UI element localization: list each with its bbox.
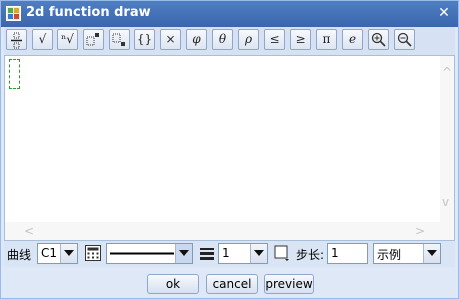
input-placeholder-box[interactable] [9, 59, 20, 89]
vertical-scrollbar[interactable]: ^ v [440, 56, 454, 222]
function-draw-dialog: 2d function draw ✕ √ ⁿ√ {} × φ θ ρ ≤ ≥ π… [0, 0, 459, 299]
less-equal-icon: ≤ [269, 32, 280, 46]
zoom-in-button[interactable] [368, 29, 389, 50]
options-bar: 曲线 C1 1 步长: 1 示例 [4, 241, 455, 267]
line-width-select[interactable]: 1 [218, 243, 268, 264]
subscript-button[interactable] [109, 29, 130, 50]
scroll-left-icon[interactable]: < [24, 225, 34, 237]
greater-equal-icon: ≥ [295, 32, 306, 46]
braces-button[interactable]: {} [134, 29, 155, 50]
color-picker-icon[interactable] [273, 244, 291, 262]
formula-editor[interactable]: ^ v < > [4, 55, 455, 241]
rho-icon: ρ [244, 32, 253, 46]
preview-button[interactable]: preview [264, 274, 314, 294]
pi-icon: π [322, 32, 331, 46]
theta-button[interactable]: θ [212, 29, 233, 50]
line-width-icon [200, 248, 214, 260]
nth-root-button[interactable]: ⁿ√ [57, 29, 78, 50]
step-input[interactable]: 1 [327, 243, 368, 264]
greater-equal-button[interactable]: ≥ [290, 29, 311, 50]
close-icon[interactable]: ✕ [436, 5, 452, 21]
subscript-icon [112, 33, 125, 46]
title-bar[interactable]: 2d function draw ✕ [1, 1, 458, 27]
calculator-icon[interactable] [84, 244, 102, 262]
line-style-select[interactable] [106, 243, 193, 264]
chevron-down-icon[interactable] [250, 244, 267, 263]
e-button[interactable]: e [342, 29, 363, 50]
zoom-out-icon [397, 32, 412, 47]
zoom-out-button[interactable] [394, 29, 415, 50]
scroll-down-icon[interactable]: v [442, 196, 449, 208]
braces-icon: {} [136, 32, 153, 46]
times-icon: × [165, 32, 176, 46]
times-button[interactable]: × [160, 29, 181, 50]
phi-button[interactable]: φ [186, 29, 207, 50]
app-icon [6, 6, 21, 21]
curve-label: 曲线 [7, 248, 32, 262]
step-label: 步长: [296, 248, 325, 262]
line-style-preview [110, 252, 174, 255]
superscript-button[interactable] [83, 29, 104, 50]
theta-icon: θ [218, 32, 227, 46]
horizontal-scrollbar[interactable]: < > [5, 222, 454, 240]
superscript-icon [86, 33, 99, 46]
chevron-down-icon[interactable] [175, 244, 192, 263]
sqrt-button[interactable]: √ [32, 29, 53, 50]
fraction-button[interactable] [6, 29, 27, 50]
scroll-up-icon[interactable]: ^ [442, 66, 452, 78]
e-icon: e [348, 32, 357, 46]
curve-select[interactable]: C1 [37, 243, 78, 264]
rho-button[interactable]: ρ [238, 29, 259, 50]
chevron-down-icon[interactable] [423, 244, 440, 263]
phi-icon: φ [192, 32, 201, 46]
sqrt-icon: √ [38, 32, 47, 46]
line-width-value: 1 [222, 246, 230, 260]
fraction-icon [11, 32, 22, 49]
ok-button[interactable]: ok [147, 274, 199, 294]
cancel-button[interactable]: cancel [206, 274, 258, 294]
dialog-buttons: ok cancel preview [4, 267, 455, 297]
example-value: 示例 [377, 248, 402, 262]
chevron-down-icon[interactable] [60, 244, 77, 263]
window-title: 2d function draw [26, 5, 151, 20]
example-select[interactable]: 示例 [373, 243, 441, 264]
less-equal-button[interactable]: ≤ [264, 29, 285, 50]
curve-value: C1 [41, 246, 58, 260]
nth-root-icon: ⁿ√ [61, 32, 74, 46]
symbol-toolbar: √ ⁿ√ {} × φ θ ρ ≤ ≥ π e [4, 27, 455, 56]
zoom-in-icon [371, 32, 386, 47]
scroll-right-icon[interactable]: > [415, 225, 425, 237]
pi-button[interactable]: π [316, 29, 337, 50]
